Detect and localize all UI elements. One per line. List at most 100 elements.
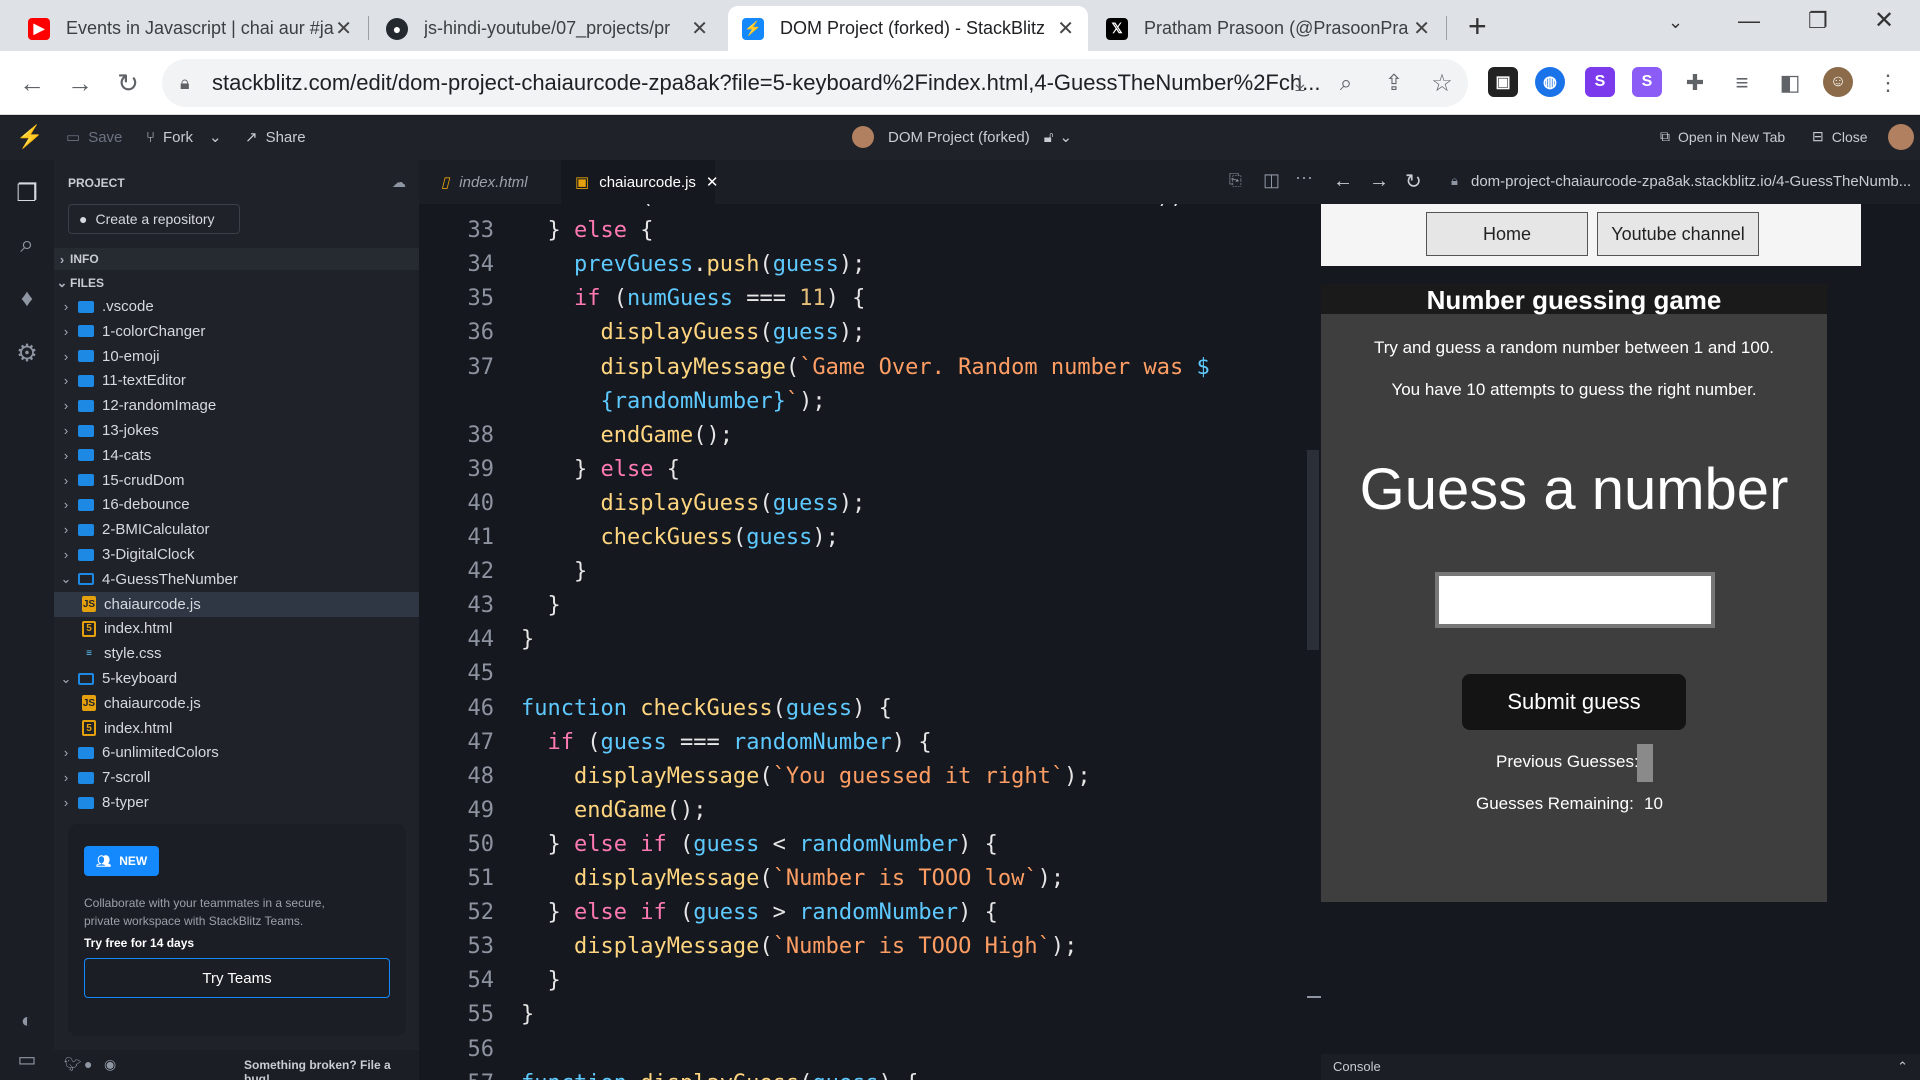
fork-button[interactable]: ⑂ Fork ⌄ (146, 128, 222, 147)
file-bug-link[interactable]: Something broken? File a bug! (244, 1058, 419, 1080)
file-tree-item[interactable]: › 8-typer (54, 790, 419, 814)
file-tree-item[interactable]: › 16-debounce (54, 492, 419, 517)
home-button[interactable]: Home (1426, 212, 1588, 256)
file-tree-label: 1-colorChanger (102, 322, 206, 340)
forward-arrow-icon[interactable]: → (1369, 170, 1389, 193)
browser-tab-youtube[interactable]: ▶ Events in Javascript | chai aur #ja ✕ (14, 6, 366, 51)
editor-scrollbar[interactable] (1307, 450, 1319, 650)
s-extension-icon[interactable]: S (1585, 67, 1615, 97)
minimize-icon[interactable]: — (1738, 8, 1760, 34)
try-teams-button[interactable]: Try Teams (84, 958, 390, 998)
submit-guess-button[interactable]: Submit guess (1462, 674, 1686, 730)
file-tree-item[interactable]: › 6-unlimitedColors (54, 740, 419, 765)
search-icon[interactable]: ⌕ (12, 230, 42, 260)
files-section[interactable]: ⌄ FILES (54, 272, 419, 294)
files-icon[interactable]: ❐ (12, 178, 42, 208)
file-tree-item[interactable]: › 3-DigitalClock (54, 542, 419, 567)
split-editor-icon[interactable]: ◫ (1263, 170, 1280, 191)
file-tree-item[interactable]: ⌄ 4-GuessTheNumber (54, 567, 419, 592)
file-tree-item[interactable]: ≡ style.css (54, 641, 419, 666)
back-arrow-icon[interactable]: ← (1333, 170, 1353, 193)
project-title[interactable]: DOM Project (forked) 🔓︎ ⌄ (852, 126, 1072, 148)
gear-icon[interactable]: ⚙ (12, 338, 42, 368)
browser-tab-stackblitz[interactable]: ⚡ DOM Project (forked) - StackBlitz ✕ (728, 6, 1088, 51)
side-panel-icon[interactable]: ◧ (1770, 63, 1810, 103)
browser-tab-github[interactable]: ● js-hindi-youtube/07_projects/pr ✕ (372, 6, 722, 51)
file-tree-item[interactable]: › 7-scroll (54, 765, 419, 790)
more-actions-icon[interactable]: ⋯ (1295, 168, 1313, 189)
more-menu-icon[interactable]: ⋮ (1868, 63, 1908, 103)
profile-avatar[interactable]: ☺ (1823, 67, 1853, 97)
restore-icon[interactable]: ❐ (1808, 8, 1828, 34)
file-tree-item[interactable]: › 12-randomImage (54, 393, 419, 418)
guess-input[interactable] (1435, 572, 1715, 628)
editor-tab-chaiaurcode-js[interactable]: ▣ chaiaurcode.js ✕ (561, 160, 719, 204)
close-icon[interactable]: ✕ (335, 16, 352, 41)
share-page-icon[interactable]: ⇪ (1374, 63, 1414, 103)
create-repository-button[interactable]: ● Create a repository (68, 204, 240, 234)
s2-extension-icon[interactable]: S (1632, 67, 1662, 97)
file-tree-item[interactable]: 5 index.html (54, 716, 419, 741)
code-area[interactable]: alert("Please enter a number less than 1… (419, 204, 1321, 1080)
file-tree-item[interactable]: › 1-colorChanger (54, 319, 419, 344)
close-icon[interactable]: ✕ (1057, 16, 1074, 41)
close-icon[interactable]: ✕ (706, 173, 719, 191)
stackblitz-logo-icon[interactable]: ⚡ (16, 124, 43, 150)
chevron-up-icon[interactable]: ⌃ (1897, 1054, 1908, 1080)
reload-icon[interactable]: ↻ (1405, 169, 1422, 194)
code-token: } (521, 218, 574, 244)
forward-arrow-icon[interactable]: → (60, 63, 100, 103)
save-button[interactable]: ▭ Save (66, 128, 122, 147)
twitter-icon[interactable]: 🐦︎ (64, 1056, 82, 1073)
file-tree-item[interactable]: ⌄ 5-keyboard (54, 666, 419, 691)
reload-icon[interactable]: ↻ (108, 63, 148, 103)
github-icon[interactable]: ● (84, 1056, 92, 1072)
format-icon[interactable]: ⎘ (1229, 172, 1242, 190)
share-button[interactable]: ↗ Share (245, 128, 306, 147)
zoom-icon[interactable]: ⌕ (1326, 63, 1366, 103)
preview-url[interactable]: dom-project-chaiaurcode-zpa8ak.stackblit… (1471, 173, 1911, 190)
editor-tab-index-html[interactable]: ▯ index.html (427, 160, 557, 204)
file-tree-item[interactable]: › 11-textEditor (54, 368, 419, 393)
browser-tab-x[interactable]: 𝕏 Pratham Prasoon (@PrasoonPra ✕ (1092, 6, 1444, 51)
file-tree-item[interactable]: › 10-emoji (54, 344, 419, 369)
firebase-icon[interactable]: ♦ (12, 284, 42, 314)
reading-list-icon[interactable]: ≡ (1722, 63, 1762, 103)
globe-extension-icon[interactable]: ◍ (1535, 67, 1565, 97)
close-icon[interactable]: ✕ (691, 16, 708, 41)
chevron-down-icon[interactable]: ⌄ (209, 128, 222, 146)
back-arrow-icon[interactable]: ← (12, 63, 52, 103)
pip-extension-icon[interactable]: ▣ (1488, 67, 1518, 97)
close-preview-button[interactable]: ⊟ Close (1812, 128, 1868, 145)
file-tree-item[interactable]: › 2-BMICalculator (54, 517, 419, 542)
user-avatar[interactable] (1888, 124, 1914, 150)
console-bar[interactable]: Console ⌃ (1321, 1054, 1920, 1080)
file-tree-item[interactable]: JS chaiaurcode.js (54, 691, 419, 716)
file-tree-item[interactable]: › 13-jokes (54, 418, 419, 443)
theme-toggle-icon[interactable]: ◐ (12, 1006, 42, 1036)
install-icon[interactable]: ⤓ (1280, 63, 1320, 103)
info-section[interactable]: › INFO (54, 248, 419, 270)
layout-icon[interactable]: ▭ (12, 1044, 42, 1074)
create-repository-label: Create a repository (95, 211, 215, 227)
code-text: endGame(); (521, 794, 706, 828)
open-new-tab-button[interactable]: ⧉ Open in New Tab (1660, 128, 1785, 145)
file-tree-item[interactable]: › 14-cats (54, 443, 419, 468)
youtube-channel-button[interactable]: Youtube channel (1597, 212, 1759, 256)
cloud-upload-icon[interactable]: ☁ (392, 174, 406, 191)
close-icon[interactable]: ✕ (1413, 16, 1430, 41)
file-tree-item[interactable]: › 15-crudDom (54, 468, 419, 493)
file-tree-item[interactable]: 5 index.html (54, 616, 419, 641)
extensions-puzzle-icon[interactable]: ✚ (1675, 63, 1715, 103)
url-field[interactable]: 🔒︎ stackblitz.com/edit/dom-project-chaia… (162, 59, 1468, 107)
new-tab-button[interactable]: + (1468, 8, 1487, 45)
line-number: 46 (467, 695, 495, 721)
file-tree-item[interactable]: JS chaiaurcode.js (54, 591, 419, 617)
tab-search-icon[interactable]: ⌄ (1668, 12, 1683, 33)
code-text: checkGuess(guess); (521, 521, 838, 555)
window-close-icon[interactable]: ✕ (1874, 6, 1894, 35)
bookmark-star-icon[interactable]: ☆ (1422, 63, 1462, 103)
file-tree-item[interactable]: › .vscode (54, 294, 419, 319)
discord-icon[interactable]: ◉ (104, 1056, 116, 1073)
